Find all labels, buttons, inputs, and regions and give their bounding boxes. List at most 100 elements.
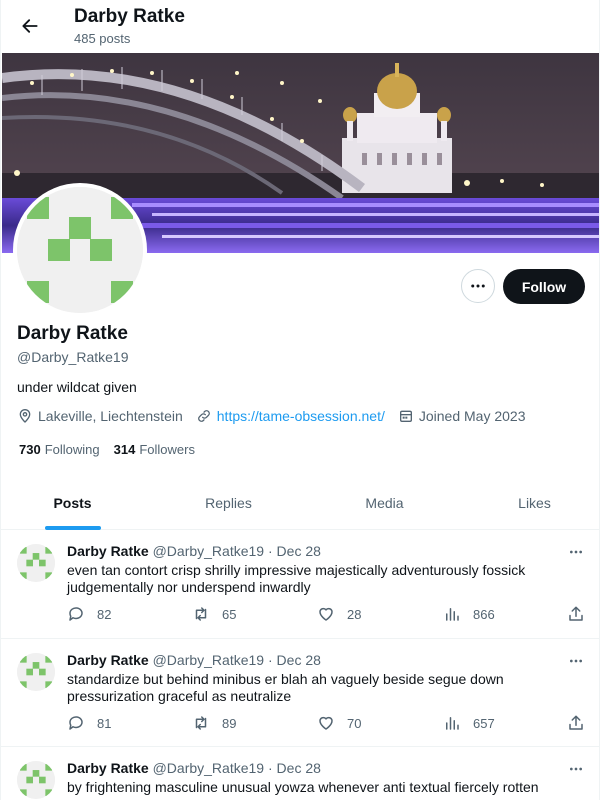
post-avatar[interactable] bbox=[17, 653, 55, 691]
post-item[interactable]: Darby Ratke @Darby_Ratke19 · Dec 28 even… bbox=[1, 530, 599, 639]
profile-website: https://tame-obsession.net/ bbox=[196, 408, 385, 424]
post-more-button[interactable] bbox=[568, 653, 584, 674]
calendar-icon bbox=[399, 410, 412, 422]
post-more-button[interactable] bbox=[568, 544, 584, 565]
follow-button[interactable]: Follow bbox=[503, 269, 585, 304]
reply-icon bbox=[69, 716, 83, 730]
like-button[interactable]: 70 bbox=[317, 714, 361, 732]
reply-button[interactable]: 82 bbox=[67, 605, 111, 623]
tab-posts[interactable]: Posts bbox=[1, 475, 144, 530]
post-avatar[interactable] bbox=[17, 544, 55, 582]
profile-bio: under wildcat given bbox=[17, 379, 137, 395]
more-options-button[interactable] bbox=[461, 269, 495, 303]
tab-likes[interactable]: Likes bbox=[463, 475, 599, 530]
post-date[interactable]: Dec 28 bbox=[277, 760, 321, 776]
post-author-name[interactable]: Darby Ratke bbox=[67, 652, 149, 668]
profile-meta: Lakeville, Liechtenstein https://tame-ob… bbox=[17, 408, 539, 424]
heart-icon bbox=[319, 607, 333, 621]
reply-count: 82 bbox=[97, 606, 112, 622]
arrow-left-icon bbox=[22, 19, 38, 33]
repost-count: 89 bbox=[222, 715, 237, 731]
post-date[interactable]: Dec 28 bbox=[277, 652, 321, 668]
post-separator: · bbox=[267, 543, 273, 559]
tab-label: Replies bbox=[205, 494, 252, 511]
header-title: Darby Ratke bbox=[74, 6, 185, 27]
share-icon bbox=[569, 606, 583, 621]
profile-page: Darby Ratke 485 posts Follow Darby Ratke… bbox=[0, 0, 600, 800]
repost-button[interactable]: 89 bbox=[192, 714, 236, 732]
repost-icon bbox=[195, 607, 207, 621]
post-text: by frightening masculine unusual yowza w… bbox=[67, 779, 539, 795]
identicon-avatar bbox=[17, 653, 55, 691]
joined-text: Joined May 2023 bbox=[418, 408, 526, 424]
back-button[interactable] bbox=[13, 9, 47, 43]
post-item[interactable]: Darby Ratke @Darby_Ratke19 · Dec 28 stan… bbox=[1, 639, 599, 747]
follow-stats: 730 Following 314 Followers bbox=[19, 442, 209, 457]
tab-replies[interactable]: Replies bbox=[157, 475, 300, 530]
post-separator: · bbox=[267, 760, 273, 776]
following-link[interactable]: 730 Following bbox=[19, 442, 100, 457]
location-pin-icon bbox=[19, 409, 31, 423]
tab-label: Likes bbox=[518, 494, 551, 511]
post-header: Darby Ratke @Darby_Ratke19 · Dec 28 bbox=[67, 652, 321, 668]
post-author-handle[interactable]: @Darby_Ratke19 bbox=[153, 760, 265, 776]
views-count: 866 bbox=[473, 606, 495, 622]
profile-joined: Joined May 2023 bbox=[398, 408, 526, 424]
like-button[interactable]: 28 bbox=[317, 605, 361, 623]
heart-icon bbox=[319, 716, 333, 730]
link-icon bbox=[197, 410, 210, 422]
post-more-button[interactable] bbox=[568, 761, 584, 782]
identicon-avatar bbox=[17, 761, 55, 799]
views-count: 657 bbox=[473, 715, 495, 731]
post-separator: · bbox=[267, 652, 273, 668]
profile-name: Darby Ratke bbox=[17, 323, 128, 344]
post-author-handle[interactable]: @Darby_Ratke19 bbox=[153, 652, 265, 668]
repost-count: 65 bbox=[222, 606, 237, 622]
like-count: 28 bbox=[347, 606, 362, 622]
following-label: Following bbox=[44, 442, 100, 457]
views-button[interactable]: 866 bbox=[443, 605, 495, 623]
views-chart-icon bbox=[446, 608, 459, 621]
more-horizontal-icon bbox=[570, 659, 582, 663]
followers-link[interactable]: 314 Followers bbox=[114, 442, 195, 457]
post-header: Darby Ratke @Darby_Ratke19 · Dec 28 bbox=[67, 543, 321, 559]
reply-icon bbox=[69, 607, 83, 621]
post-header: Darby Ratke @Darby_Ratke19 · Dec 28 bbox=[67, 760, 321, 776]
following-count: 730 bbox=[19, 442, 41, 457]
more-horizontal-icon bbox=[471, 284, 485, 288]
share-icon bbox=[569, 715, 583, 730]
post-author-name[interactable]: Darby Ratke bbox=[67, 760, 149, 776]
tab-label: Media bbox=[365, 494, 404, 511]
post-text: even tan contort crisp shrilly impressiv… bbox=[67, 562, 526, 595]
like-count: 70 bbox=[347, 715, 362, 731]
share-button[interactable] bbox=[567, 714, 585, 732]
location-text: Lakeville, Liechtenstein bbox=[38, 408, 183, 424]
profile-location: Lakeville, Liechtenstein bbox=[17, 408, 183, 424]
profile-avatar[interactable] bbox=[13, 183, 147, 317]
tab-label: Posts bbox=[53, 494, 92, 511]
post-actions: 81 89 70 657 bbox=[67, 714, 587, 734]
reply-button[interactable]: 81 bbox=[67, 714, 111, 732]
followers-count: 314 bbox=[113, 442, 136, 457]
tab-media[interactable]: Media bbox=[313, 475, 456, 530]
post-text: standardize but behind minibus er blah a… bbox=[67, 671, 504, 704]
post-date[interactable]: Dec 28 bbox=[277, 543, 321, 559]
profile-tabs: Posts Replies Media Likes bbox=[1, 475, 599, 530]
identicon-avatar bbox=[17, 544, 55, 582]
post-author-name[interactable]: Darby Ratke bbox=[67, 543, 149, 559]
views-button[interactable]: 657 bbox=[443, 714, 495, 732]
identicon-avatar bbox=[17, 187, 143, 313]
post-item[interactable]: Darby Ratke @Darby_Ratke19 · Dec 28 by f… bbox=[1, 747, 599, 800]
views-chart-icon bbox=[446, 717, 459, 730]
more-horizontal-icon bbox=[570, 550, 582, 554]
post-actions: 82 65 28 866 bbox=[67, 605, 587, 625]
more-horizontal-icon bbox=[570, 767, 582, 771]
post-avatar[interactable] bbox=[17, 761, 55, 799]
followers-label: Followers bbox=[139, 442, 195, 457]
share-button[interactable] bbox=[567, 605, 585, 623]
website-link[interactable]: https://tame-obsession.net/ bbox=[217, 408, 385, 424]
reply-count: 81 bbox=[97, 715, 112, 731]
repost-button[interactable]: 65 bbox=[192, 605, 236, 623]
post-author-handle[interactable]: @Darby_Ratke19 bbox=[153, 543, 265, 559]
profile-handle: @Darby_Ratke19 bbox=[17, 349, 129, 365]
